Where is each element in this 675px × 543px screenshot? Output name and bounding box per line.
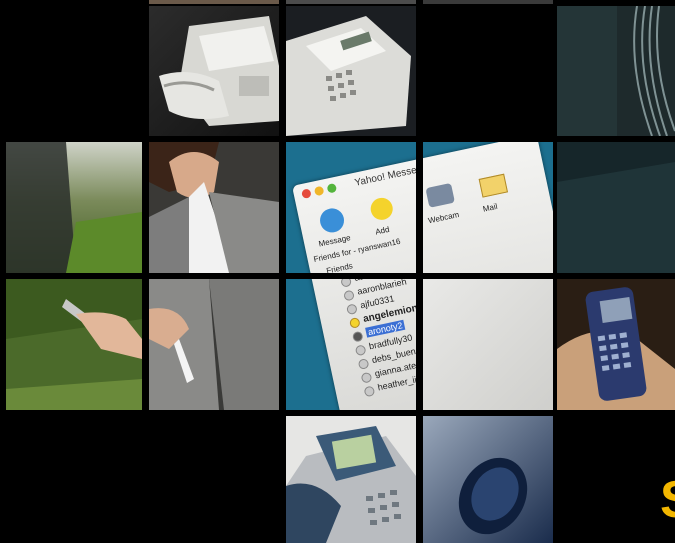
window-minimize-icon xyxy=(313,185,325,197)
hands-phone-photo xyxy=(6,279,142,410)
messenger-photo-top-left: Yahoo! Messenger Message Add Friends for… xyxy=(286,142,416,273)
status-idle-icon xyxy=(360,371,373,384)
status-idle-icon xyxy=(343,289,355,302)
businesswoman-photo-bottom xyxy=(149,279,279,410)
toolbar-webcam-label: Webcam xyxy=(427,210,460,226)
cell-phone-photo xyxy=(557,279,675,410)
wristwatch-photo xyxy=(423,416,553,543)
fax-machine-photo-left xyxy=(149,6,279,136)
dark-office-photo xyxy=(557,142,675,273)
group-friends: Friends xyxy=(325,261,354,273)
messenger-photo-top-right: Webcam Mail xyxy=(423,142,553,273)
friend-item[interactable]: aaronblarieh xyxy=(356,279,407,297)
businesswoman-photo-top xyxy=(149,142,279,273)
top-sliver-2 xyxy=(286,0,416,4)
brand-letter: S xyxy=(660,474,675,526)
messenger-title: Yahoo! Messenger xyxy=(353,160,416,189)
messenger-friends-list-left: aaronl aaronblarieh ajfu0331 angelemiona… xyxy=(286,279,416,410)
toolbar-add-label: Add xyxy=(374,224,391,237)
status-idle-icon xyxy=(346,303,358,316)
status-idle-icon xyxy=(340,279,353,288)
desk-phone-photo xyxy=(286,416,416,543)
window-close-icon xyxy=(301,188,312,200)
status-away-icon xyxy=(351,330,364,343)
fax-machine-photo-right xyxy=(286,6,416,136)
status-idle-icon xyxy=(363,385,376,398)
window-zoom-icon xyxy=(326,182,338,194)
toolbar-message-label: Message xyxy=(317,233,352,249)
webcam-icon xyxy=(425,182,455,208)
friends-list-window: aaronl aaronblarieh ajfu0331 angelemiona… xyxy=(292,279,416,410)
messenger-friends-list-right xyxy=(423,279,553,410)
cables-photo xyxy=(557,6,675,136)
add-smiley-icon xyxy=(368,195,395,222)
status-idle-icon xyxy=(354,344,367,357)
mail-icon xyxy=(478,173,509,198)
messenger-window-continued: Webcam Mail xyxy=(423,142,553,273)
top-sliver-1 xyxy=(149,0,279,4)
status-online-icon xyxy=(348,316,361,329)
outdoor-blur-photo xyxy=(6,142,142,273)
message-icon xyxy=(317,206,347,235)
top-sliver-3 xyxy=(423,0,553,4)
messenger-window: Yahoo! Messenger Message Add Friends for… xyxy=(292,142,416,273)
status-idle-icon xyxy=(357,358,370,370)
toolbar-mail-label: Mail xyxy=(482,201,499,214)
